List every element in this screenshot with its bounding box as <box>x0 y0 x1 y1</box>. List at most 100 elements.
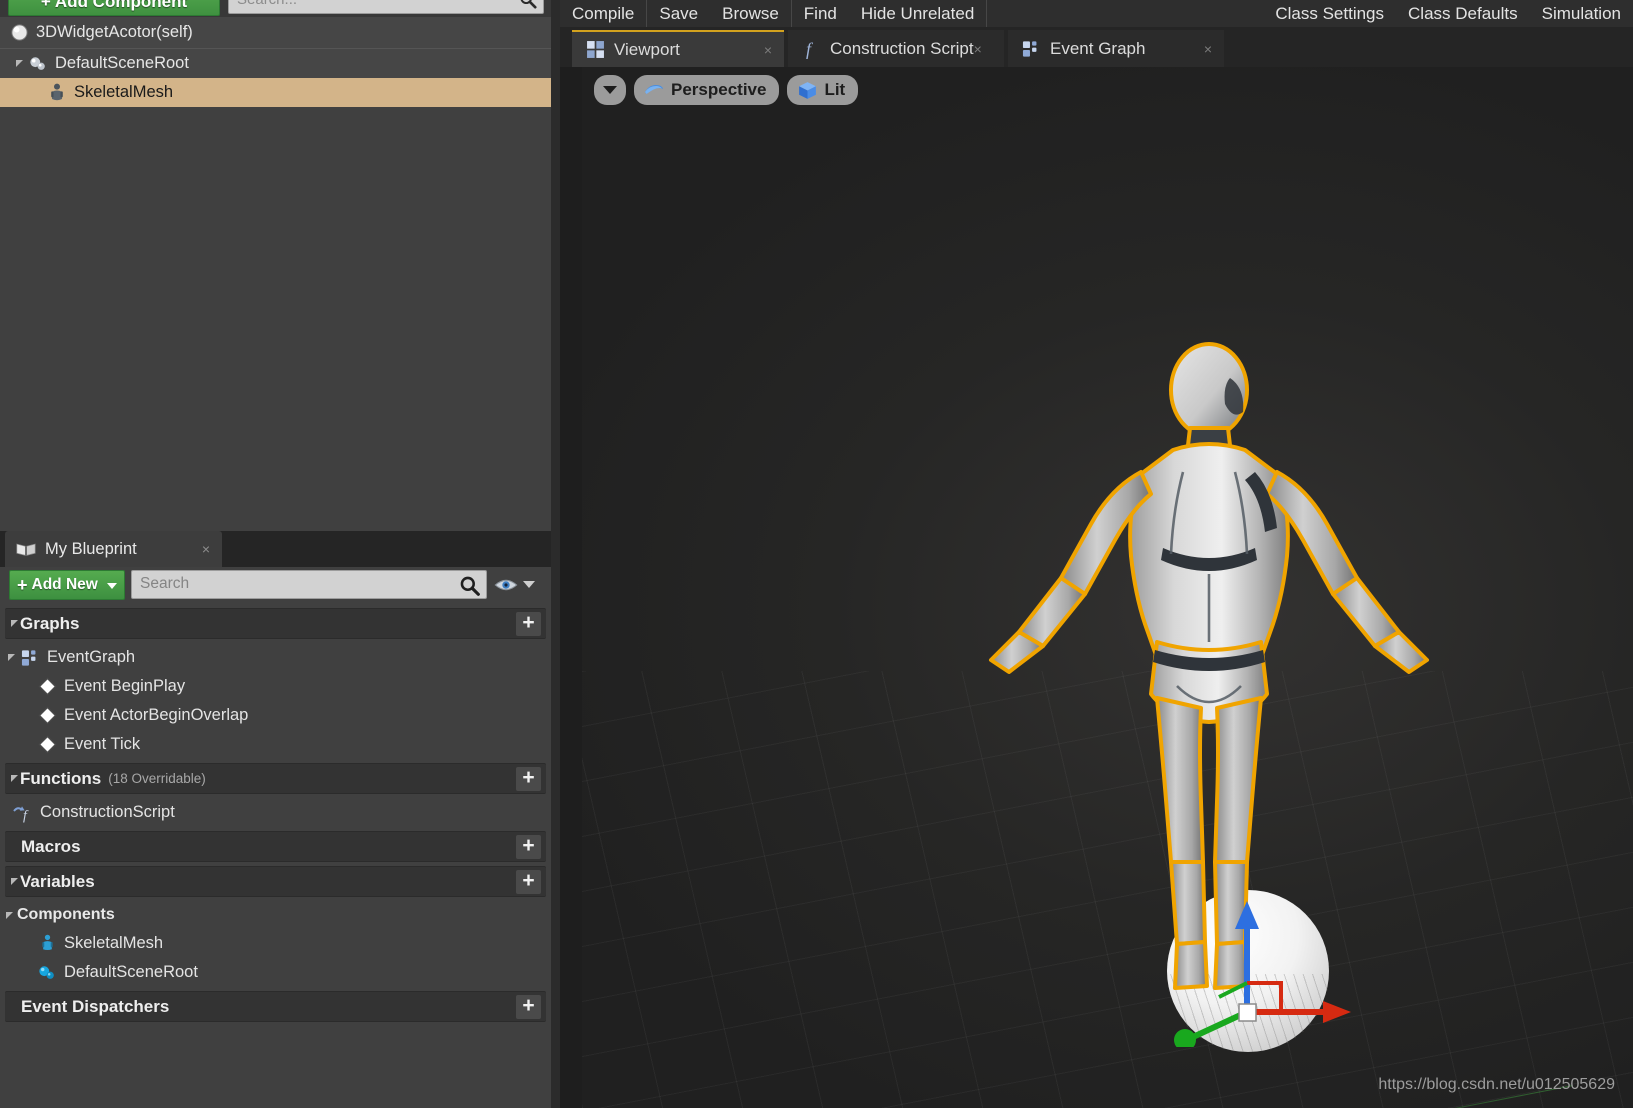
toolbar-button-class-settings[interactable]: Class Settings <box>1263 0 1396 27</box>
gizmo-z-arrow[interactable] <box>1235 901 1259 929</box>
toolbar-separator <box>986 0 987 27</box>
section-title: Functions <box>20 769 101 789</box>
book-icon <box>15 538 37 560</box>
section-header-variables[interactable]: Variables + <box>5 866 546 897</box>
add-component-button[interactable]: + Add Component <box>8 0 220 16</box>
editor-main-column: Compile Save Browse Find Hide Unrelated … <box>551 0 1633 1108</box>
section-title: Variables <box>20 872 95 892</box>
list-item-event-actorbeginoverlap[interactable]: Event ActorBeginOverlap <box>0 701 551 730</box>
add-graph-button[interactable]: + <box>516 612 541 636</box>
visibility-eye-icon[interactable] <box>494 576 518 594</box>
expand-triangle-icon[interactable] <box>16 60 23 67</box>
function-icon: f <box>12 802 34 824</box>
list-item-event-tick[interactable]: Event Tick <box>0 730 551 759</box>
chevron-down-icon[interactable] <box>107 583 117 589</box>
close-icon[interactable]: × <box>1204 41 1212 57</box>
close-icon[interactable]: × <box>974 41 982 57</box>
add-event-dispatcher-button[interactable]: + <box>516 995 541 1019</box>
section-header-macros[interactable]: Macros + <box>5 831 546 862</box>
list-item-label: Event BeginPlay <box>64 677 185 696</box>
section-header-graphs[interactable]: Graphs + <box>5 608 546 639</box>
plus-icon: + <box>17 578 28 592</box>
blueprint-toolbar: Compile Save Browse Find Hide Unrelated … <box>560 0 1633 27</box>
expand-triangle-icon[interactable] <box>8 654 15 661</box>
toolbar-button-browse[interactable]: Browse <box>710 0 791 27</box>
editor-tabstrip: Viewport × f Construction Script × <box>560 27 1633 67</box>
chevron-down-icon[interactable] <box>523 581 535 588</box>
add-variable-button[interactable]: + <box>516 870 541 894</box>
add-macro-button[interactable]: + <box>516 835 541 859</box>
tab-viewport[interactable]: Viewport × <box>572 30 784 67</box>
list-item-label: Event ActorBeginOverlap <box>64 706 248 725</box>
close-icon[interactable]: × <box>764 42 772 58</box>
section-header-event-dispatchers[interactable]: Event Dispatchers + <box>5 991 546 1022</box>
section-title: Event Dispatchers <box>21 997 169 1017</box>
section-title: Graphs <box>20 614 80 634</box>
toolbar-button-class-defaults[interactable]: Class Defaults <box>1396 0 1530 27</box>
gizmo-center-handle[interactable] <box>1239 1004 1256 1021</box>
gizmo-x-arrow[interactable] <box>1323 1001 1351 1023</box>
my-blueprint-search-input[interactable]: Search <box>131 570 487 599</box>
tree-item-actor-self[interactable]: 3DWidgetAcotor(self) <box>0 17 551 49</box>
components-tree-empty-area <box>0 125 551 519</box>
my-blueprint-toolbar: + Add New Search <box>0 567 551 604</box>
viewport-3d[interactable]: Perspective Lit <box>582 67 1633 1108</box>
cube-icon <box>796 79 818 101</box>
tab-my-blueprint[interactable]: My Blueprint × <box>5 531 222 567</box>
search-placeholder: Search <box>140 575 189 593</box>
expand-triangle-icon[interactable] <box>11 878 18 885</box>
tree-item-default-scene-root[interactable]: DefaultSceneRoot <box>0 49 551 78</box>
list-item-variable-defaultsceneroot[interactable]: DefaultSceneRoot <box>0 958 551 987</box>
expand-triangle-icon[interactable] <box>11 775 18 782</box>
subsection-title: Components <box>17 906 115 924</box>
list-item-label: EventGraph <box>47 648 135 667</box>
tab-event-graph[interactable]: Event Graph × <box>1008 30 1224 67</box>
toolbar-button-save[interactable]: Save <box>647 0 710 27</box>
subsection-header-components[interactable]: Components <box>0 901 551 929</box>
toolbar-button-find[interactable]: Find <box>792 0 849 27</box>
event-graph-icon <box>19 647 41 669</box>
list-item-variable-skeletalmesh[interactable]: SkeletalMesh <box>0 929 551 958</box>
list-item-label: SkeletalMesh <box>64 934 163 953</box>
viewport-icon <box>584 39 606 61</box>
svg-text:f: f <box>23 808 29 823</box>
scene-root-icon <box>27 53 49 75</box>
chevron-down-icon <box>603 86 617 94</box>
add-function-button[interactable]: + <box>516 767 541 791</box>
toolbar-button-simulation[interactable]: Simulation <box>1530 0 1633 27</box>
list-item-construction-script[interactable]: f ConstructionScript <box>0 798 551 827</box>
viewport-view-mode-button[interactable]: Lit <box>787 75 858 105</box>
gizmo-yz-plane-handle[interactable] <box>1219 983 1247 997</box>
section-title: Macros <box>21 837 81 857</box>
viewport-camera-mode-button[interactable]: Perspective <box>634 75 779 105</box>
viewport-options-button[interactable] <box>594 75 626 105</box>
expand-triangle-icon[interactable] <box>6 912 13 919</box>
actor-sphere-icon <box>8 22 30 44</box>
component-search-placeholder: Search... <box>237 0 297 8</box>
gizmo-y-arrow[interactable] <box>1174 1029 1196 1047</box>
list-item-event-graph[interactable]: EventGraph <box>0 643 551 672</box>
tree-item-skeletal-mesh[interactable]: SkeletalMesh <box>0 78 551 107</box>
event-node-icon <box>36 734 58 756</box>
list-item-event-beginplay[interactable]: Event BeginPlay <box>0 672 551 701</box>
vertical-splitter[interactable] <box>551 0 560 1108</box>
svg-text:f: f <box>806 39 814 59</box>
translate-gizmo[interactable] <box>1147 887 1357 1047</box>
toolbar-button-compile[interactable]: Compile <box>560 0 646 27</box>
tab-construction-script[interactable]: f Construction Script × <box>788 30 1004 67</box>
viewport-controls: Perspective Lit <box>594 75 858 105</box>
components-tree: 3DWidgetAcotor(self) DefaultSceneRoot <box>0 17 551 519</box>
tab-label: My Blueprint <box>45 540 137 559</box>
unreal-blueprint-editor: + Add Component Search... 3 <box>0 0 1633 1108</box>
tree-item-label: SkeletalMesh <box>74 83 173 103</box>
search-icon <box>459 575 480 596</box>
skeletal-mesh-icon <box>46 82 68 104</box>
component-search-input[interactable]: Search... <box>228 0 544 14</box>
my-blueprint-tabbar: My Blueprint × <box>0 531 551 567</box>
expand-triangle-icon[interactable] <box>11 620 18 627</box>
close-icon[interactable]: × <box>202 542 210 556</box>
add-new-button[interactable]: + Add New <box>9 570 125 600</box>
viewport-view-mode-label: Lit <box>824 80 845 100</box>
section-header-functions[interactable]: Functions (18 Overridable) + <box>5 763 546 794</box>
toolbar-button-hide-unrelated[interactable]: Hide Unrelated <box>849 0 986 27</box>
